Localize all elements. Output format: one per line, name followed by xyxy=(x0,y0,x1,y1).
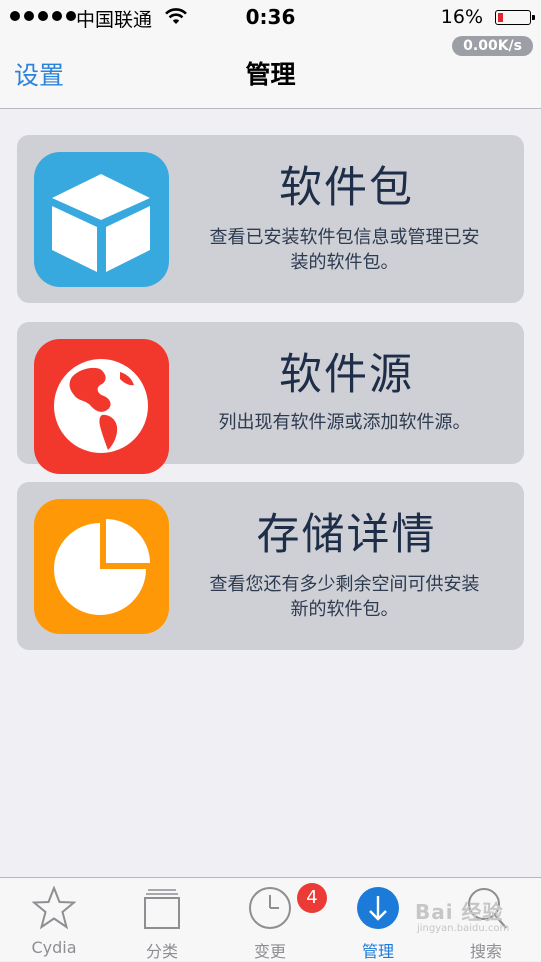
tab-label: 搜索 xyxy=(469,942,502,961)
globe-icon xyxy=(34,339,169,474)
page-title: 管理 xyxy=(245,60,296,89)
card-title: 软件包 xyxy=(279,163,414,213)
card-description: 列出现有软件源或添加软件源。 xyxy=(187,410,502,435)
battery-percentage: 16% xyxy=(440,6,483,28)
pie-chart-icon xyxy=(34,499,169,634)
tab-label: 变更 xyxy=(253,942,286,961)
battery-fill xyxy=(498,13,503,22)
battery-icon xyxy=(495,10,535,25)
card-description-line: 列出现有软件源或添加软件源。 xyxy=(218,412,471,433)
card-description-line: 新的软件包。 xyxy=(290,599,399,620)
tab-label: 分类 xyxy=(145,942,178,961)
tab-label: Cydia xyxy=(31,938,77,957)
card-title: 软件源 xyxy=(279,350,414,400)
status-bar: 中国联通 0:36 16% xyxy=(0,0,541,34)
clock-icon xyxy=(249,887,291,929)
network-speed-badge: 0.00K/s xyxy=(452,36,533,56)
card-description: 查看已安装软件包信息或管理已安 装的软件包。 xyxy=(187,225,502,275)
box-icon xyxy=(34,152,169,287)
tab-cydia[interactable]: Cydia xyxy=(4,878,104,961)
baidu-watermark: Bai 经验 xyxy=(415,900,504,924)
card-description-line: 查看已安装软件包信息或管理已安 xyxy=(209,227,480,248)
card-description: 查看您还有多少剩余空间可供安装 新的软件包。 xyxy=(187,572,502,622)
navigation-bar: 0.00K/s 设置 管理 xyxy=(0,34,541,109)
packages-card[interactable]: 软件包 查看已安装软件包信息或管理已安 装的软件包。 xyxy=(17,135,524,303)
card-description-line: 装的软件包。 xyxy=(290,252,399,273)
storage-card[interactable]: 存储详情 查看您还有多少剩余空间可供安装 新的软件包。 xyxy=(17,482,524,650)
sections-icon xyxy=(144,889,180,929)
tab-manage[interactable]: 管理 xyxy=(328,878,428,961)
tab-sections[interactable]: 分类 xyxy=(112,878,212,961)
sources-card[interactable]: 软件源 列出现有软件源或添加软件源。 xyxy=(17,322,524,474)
star-icon xyxy=(32,886,76,930)
card-title: 存储详情 xyxy=(256,510,437,560)
card-description-line: 查看您还有多少剩余空间可供安装 xyxy=(209,574,480,595)
tab-label: 管理 xyxy=(361,942,394,961)
changes-count-badge: 4 xyxy=(297,883,327,913)
download-icon xyxy=(357,887,399,929)
baidu-watermark-url: jingyan.baidu.com xyxy=(417,923,510,934)
